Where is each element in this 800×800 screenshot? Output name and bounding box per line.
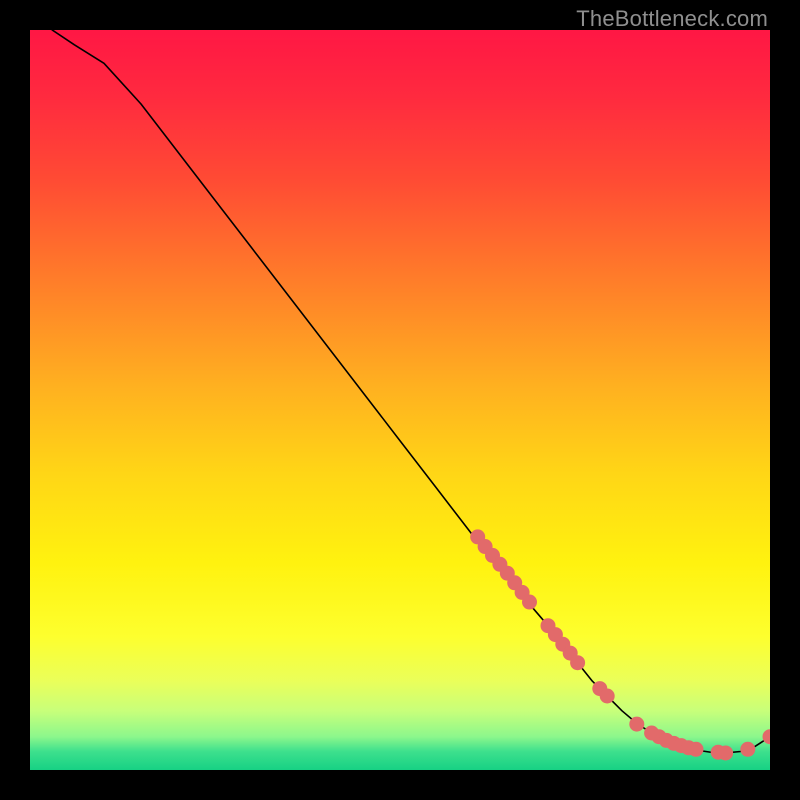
data-marker bbox=[740, 742, 755, 757]
frame-right bbox=[770, 0, 800, 800]
data-marker bbox=[600, 689, 615, 704]
bottleneck-curve-chart bbox=[30, 30, 770, 770]
chart-container: TheBottleneck.com bbox=[0, 0, 800, 800]
frame-left bbox=[0, 0, 30, 800]
plot-area bbox=[30, 30, 770, 770]
data-marker bbox=[718, 745, 733, 760]
data-marker bbox=[689, 742, 704, 757]
data-marker bbox=[570, 655, 585, 670]
frame-bottom bbox=[0, 770, 800, 800]
gradient-background bbox=[30, 30, 770, 770]
data-marker bbox=[629, 717, 644, 732]
watermark-text: TheBottleneck.com bbox=[576, 6, 768, 32]
data-marker bbox=[522, 595, 537, 610]
